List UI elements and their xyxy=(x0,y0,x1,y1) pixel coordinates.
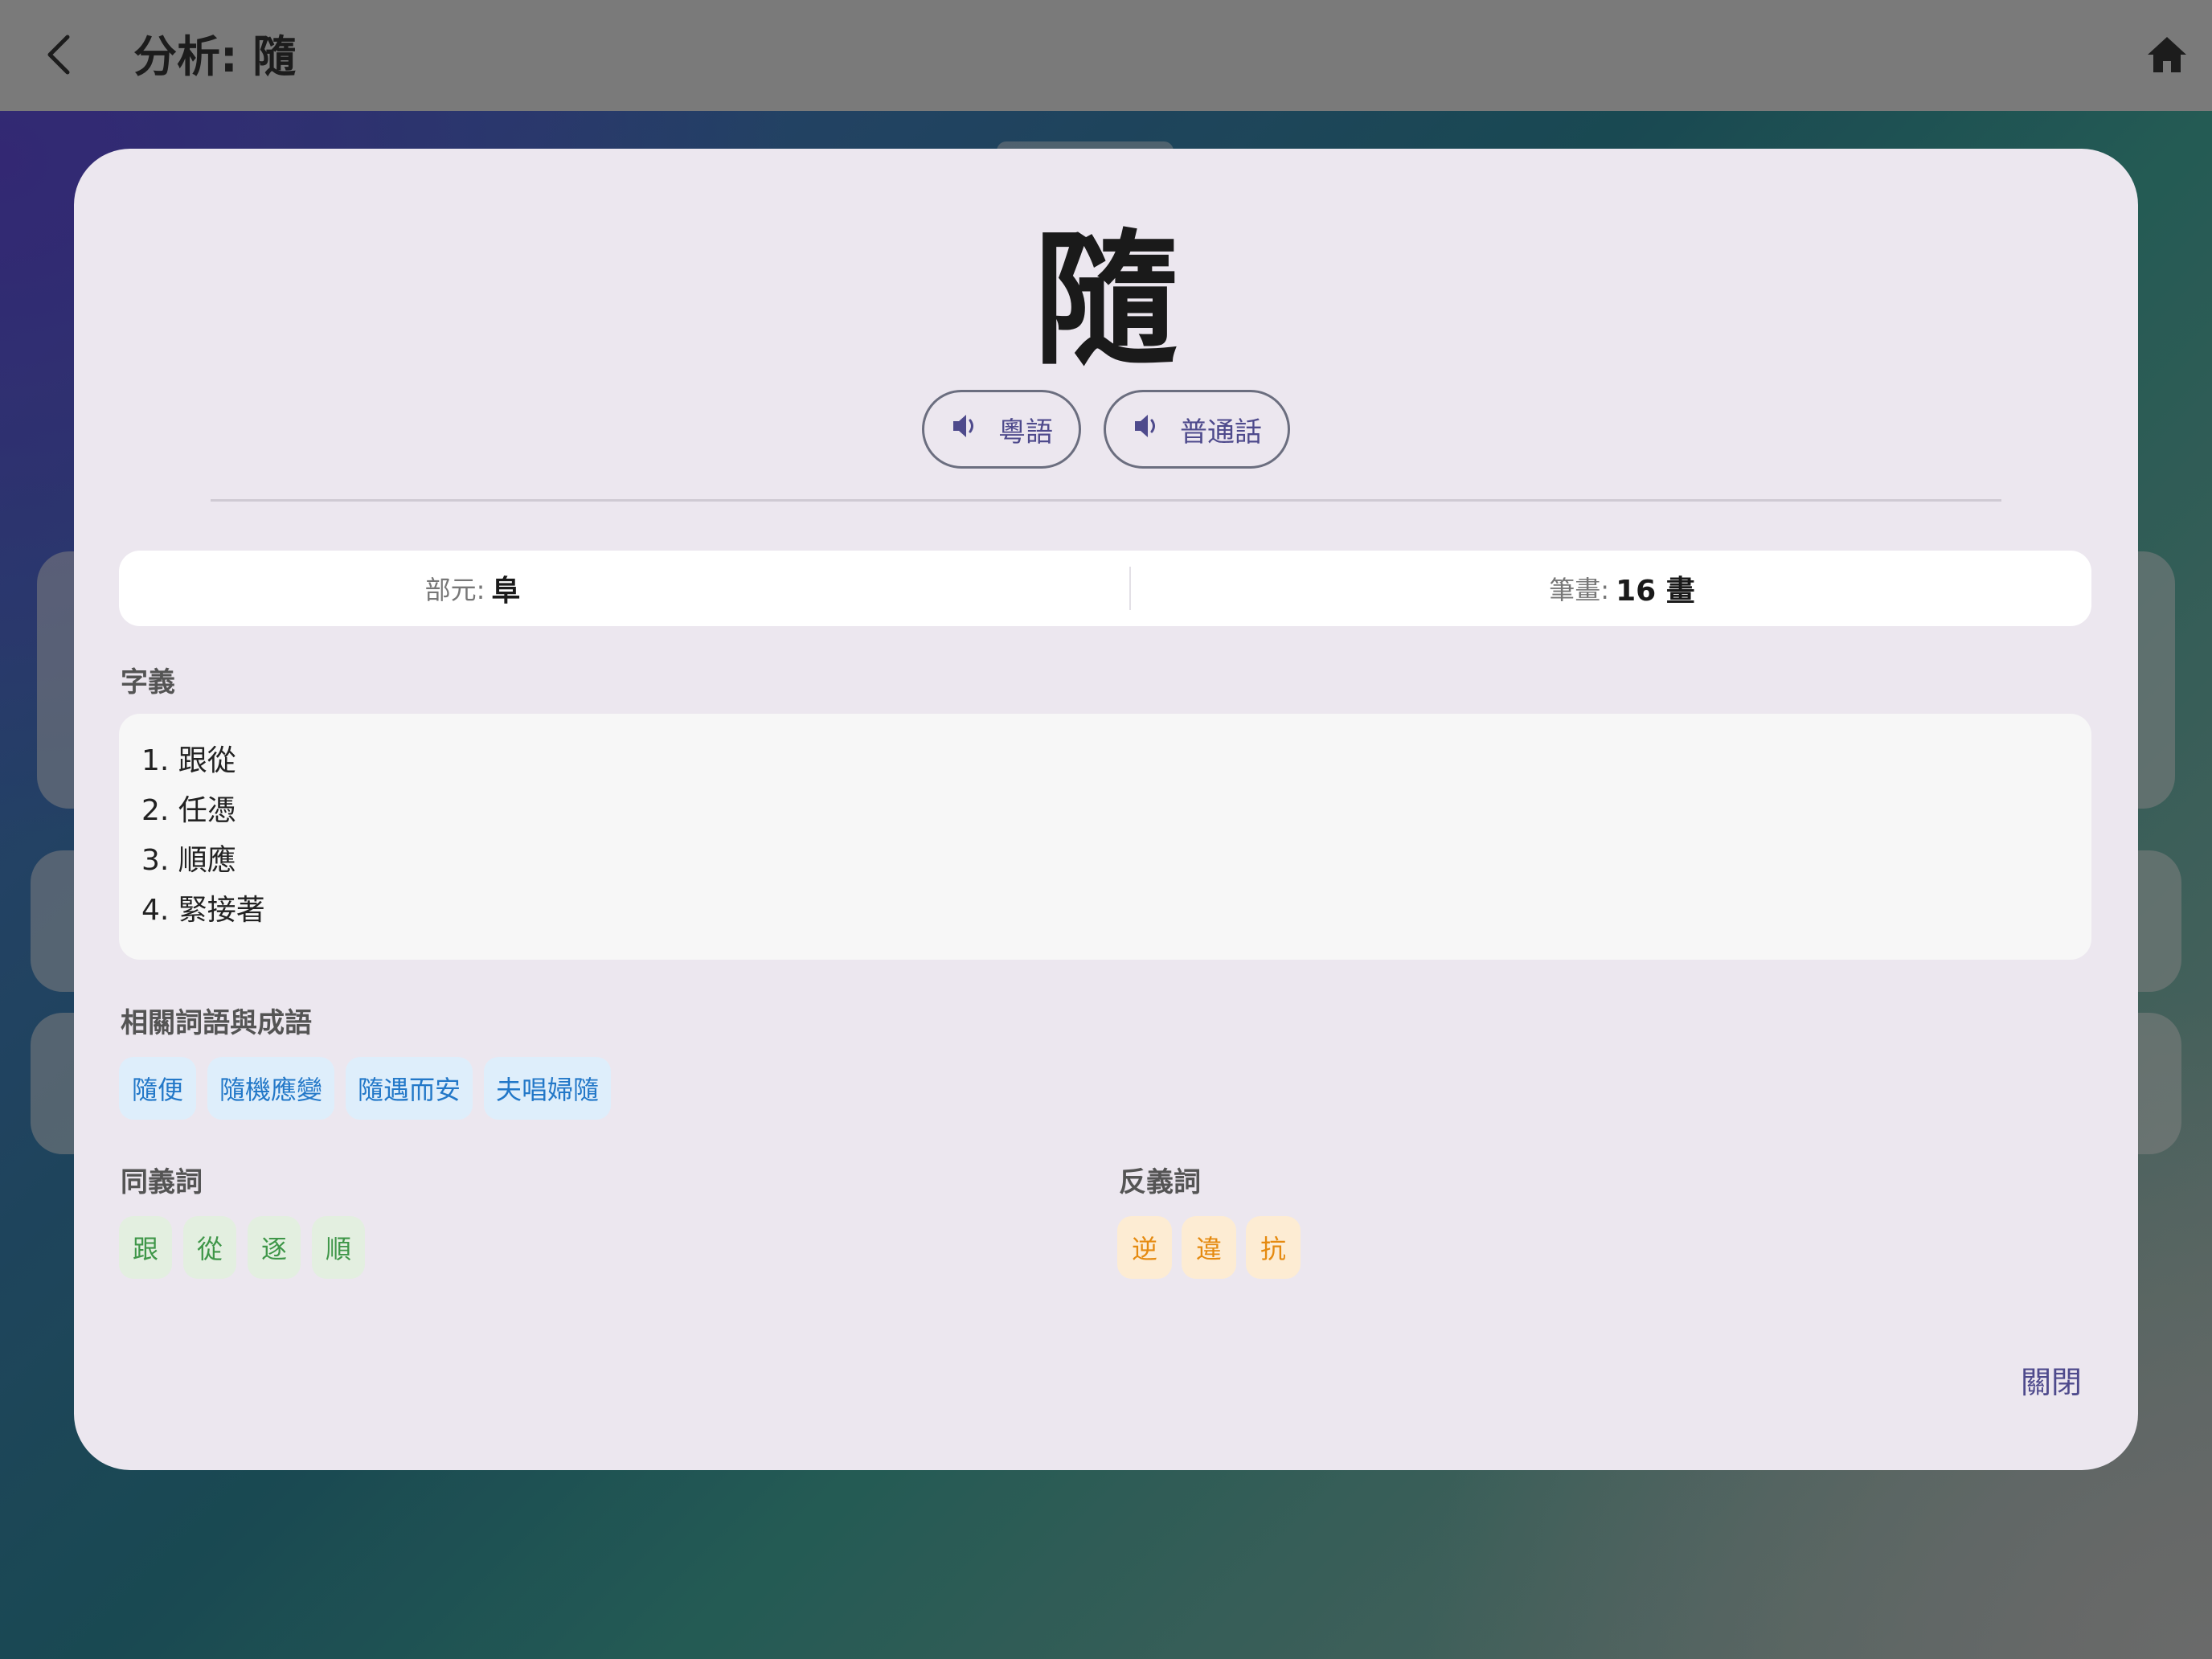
close-button[interactable]: 關閉 xyxy=(1995,1351,2108,1407)
synonym-chip[interactable]: 跟 xyxy=(119,1216,172,1279)
antonyms-heading: 反義詞 xyxy=(1119,1166,1201,1198)
antonym-chip[interactable]: 違 xyxy=(1182,1216,1236,1279)
volume-icon xyxy=(1132,411,1162,449)
antonym-chip[interactable]: 抗 xyxy=(1246,1216,1301,1279)
stroke-count-info: 筆畫: 16 畫 xyxy=(1349,551,1895,626)
volume-icon xyxy=(950,411,981,449)
synonym-chip[interactable]: 逐 xyxy=(248,1216,301,1279)
mandarin-audio-button[interactable]: 普通話 xyxy=(1104,390,1290,469)
cantonese-audio-label: 粵語 xyxy=(998,416,1053,449)
stroke-count-value: 16 畫 xyxy=(1616,575,1695,608)
synonyms-heading: 同義詞 xyxy=(121,1166,203,1198)
related-word-chip[interactable]: 隨機應變 xyxy=(207,1057,334,1120)
synonym-chip[interactable]: 順 xyxy=(312,1216,365,1279)
meaning-item: 4. 緊接著 xyxy=(141,894,265,927)
radical-label: 部元: xyxy=(424,575,485,605)
related-words-heading: 相關詞語與成語 xyxy=(121,1007,312,1039)
app-bar: 分析: 隨 xyxy=(0,0,2212,111)
radical-value: 阜 xyxy=(491,575,521,608)
character-display: 隨 xyxy=(1033,217,1178,385)
cantonese-audio-button[interactable]: 粵語 xyxy=(922,390,1081,469)
meaning-item: 2. 任憑 xyxy=(141,794,236,827)
related-word-chip[interactable]: 夫唱婦隨 xyxy=(484,1057,611,1120)
related-word-chip[interactable]: 隨便 xyxy=(119,1057,196,1120)
radical-info: 部元: 阜 xyxy=(119,551,826,626)
meaning-item: 1. 跟從 xyxy=(141,744,236,777)
mandarin-audio-label: 普通話 xyxy=(1180,416,1262,449)
page-title: 分析: 隨 xyxy=(133,31,297,82)
character-info-row: 部元: 阜 筆畫: 16 畫 xyxy=(119,551,2091,626)
home-icon[interactable] xyxy=(2144,32,2189,77)
meaning-item: 3. 順應 xyxy=(141,844,236,877)
character-analysis-dialog: 隨 粵語 普通話 部元: 阜 筆畫: 16 畫 字義 1. 跟從 2. 任憑 3… xyxy=(74,149,2138,1470)
meanings-heading: 字義 xyxy=(121,666,175,698)
stroke-count-label: 筆畫: xyxy=(1549,575,1610,605)
back-arrow-icon[interactable] xyxy=(34,29,85,80)
antonym-chip[interactable]: 逆 xyxy=(1117,1216,1172,1279)
info-separator xyxy=(1129,567,1131,610)
meanings-list: 1. 跟從 2. 任憑 3. 順應 4. 緊接著 xyxy=(119,714,2091,960)
related-word-chip[interactable]: 隨遇而安 xyxy=(346,1057,473,1120)
synonym-chip[interactable]: 從 xyxy=(183,1216,236,1279)
divider xyxy=(211,499,2001,502)
